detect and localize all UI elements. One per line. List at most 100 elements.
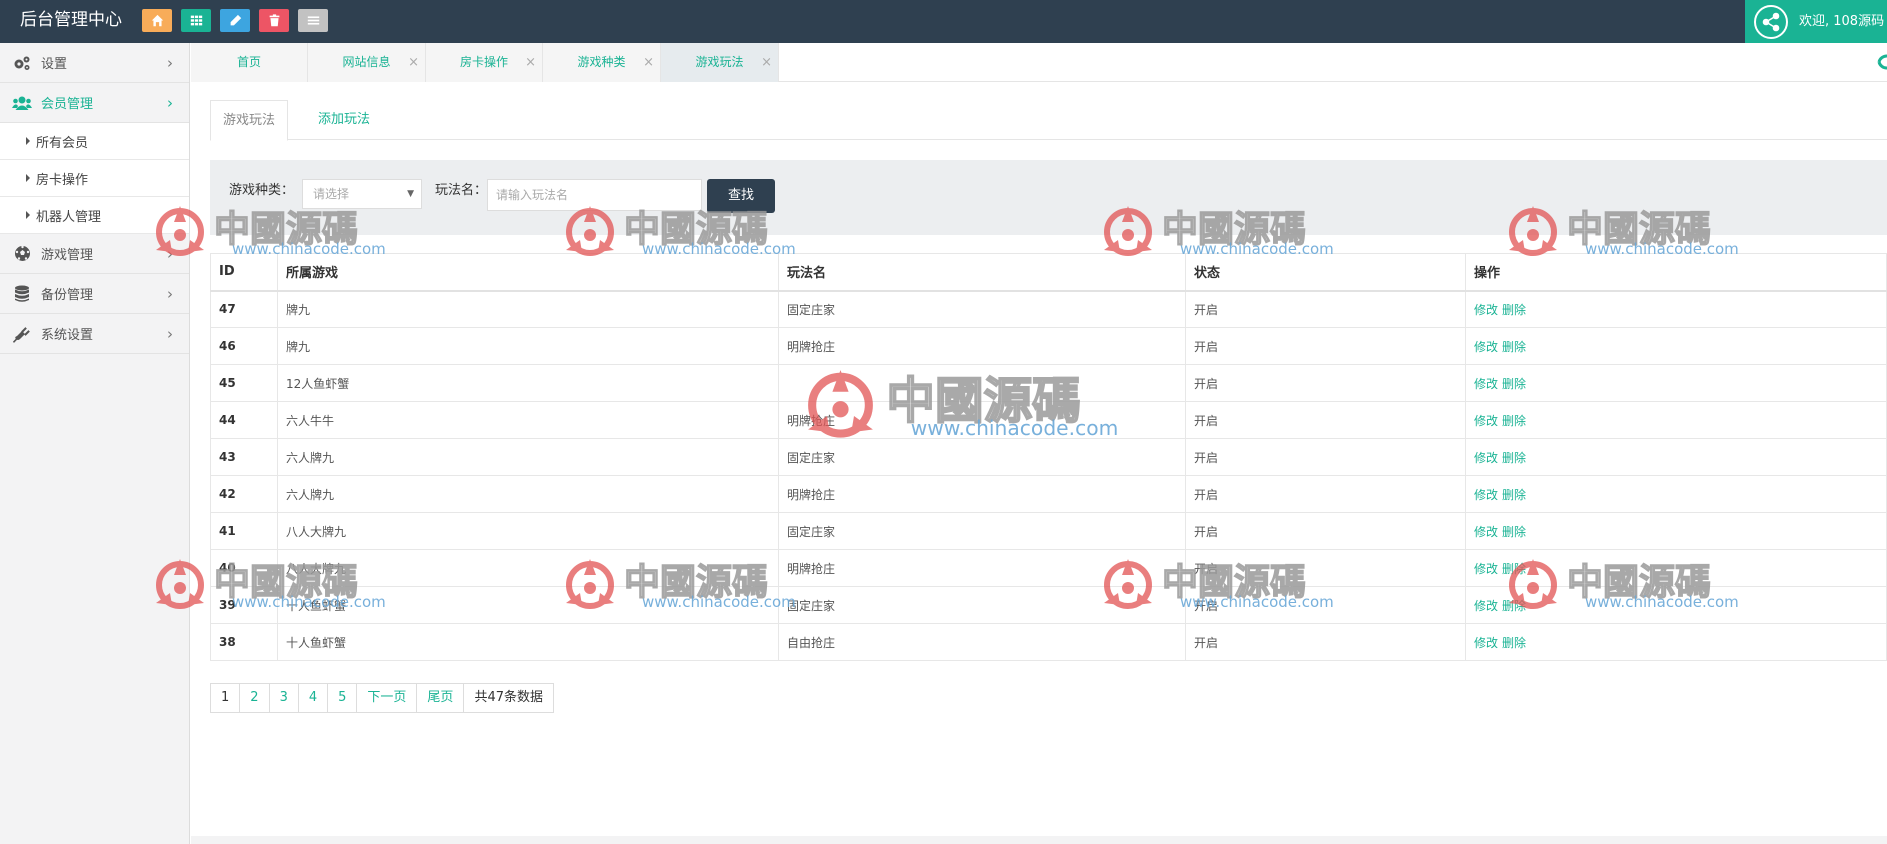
cell-game: 十人鱼虾蟹 bbox=[277, 586, 779, 624]
cell-status: 开启 bbox=[1185, 549, 1466, 587]
delete-link[interactable]: 删除 bbox=[1502, 525, 1526, 539]
refresh-icon[interactable] bbox=[1875, 52, 1887, 76]
close-icon[interactable]: × bbox=[408, 43, 419, 82]
next-page-button[interactable]: 下一页 bbox=[356, 684, 416, 712]
edit-link[interactable]: 修改 bbox=[1474, 303, 1498, 317]
delete-button[interactable] bbox=[259, 9, 289, 32]
cell-actions: 修改 删除 bbox=[1465, 549, 1887, 587]
cell-id: 45 bbox=[210, 364, 278, 402]
main-content: 游戏玩法 添加玩法 游戏种类： 请选择 ▼ 玩法名： 请输入玩法名 查找 ID … bbox=[191, 82, 1887, 844]
cell-play: 自由抢庄 bbox=[778, 623, 1186, 661]
share-icon bbox=[1754, 5, 1788, 39]
table-row: 46 牌九 明牌抢庄 开启 修改 删除 bbox=[210, 327, 1887, 365]
edit-link[interactable]: 修改 bbox=[1474, 451, 1498, 465]
cell-play: 明牌抢庄 bbox=[778, 327, 1186, 365]
cell-play: 明牌抢庄 bbox=[778, 475, 1186, 513]
edit-link[interactable]: 修改 bbox=[1474, 562, 1498, 576]
page-1-button[interactable]: 1 bbox=[211, 684, 239, 712]
cell-game: 八人大牌九 bbox=[277, 512, 779, 550]
edit-link[interactable]: 修改 bbox=[1474, 340, 1498, 354]
sidebar-subitem-room-card[interactable]: 房卡操作 bbox=[0, 160, 189, 197]
sidebar-subitem-all-members[interactable]: 所有会员 bbox=[0, 123, 189, 160]
tab-site-info[interactable]: 网站信息 × bbox=[308, 43, 426, 82]
delete-link[interactable]: 删除 bbox=[1502, 451, 1526, 465]
cell-game: 六人牛牛 bbox=[277, 401, 779, 439]
cell-play bbox=[778, 364, 1186, 402]
table-header-row: ID 所属游戏 玩法名 状态 操作 bbox=[210, 253, 1887, 292]
delete-link[interactable]: 删除 bbox=[1502, 377, 1526, 391]
cell-play: 明牌抢庄 bbox=[778, 549, 1186, 587]
close-icon[interactable]: × bbox=[761, 43, 772, 82]
edit-button[interactable] bbox=[220, 9, 250, 32]
cell-id: 47 bbox=[210, 290, 278, 328]
play-name-label: 玩法名： bbox=[435, 183, 488, 198]
edit-link[interactable]: 修改 bbox=[1474, 377, 1498, 391]
edit-link[interactable]: 修改 bbox=[1474, 488, 1498, 502]
sidebar-item-games[interactable]: 游戏管理 › bbox=[0, 234, 189, 274]
close-icon[interactable]: × bbox=[525, 43, 536, 82]
home-button[interactable] bbox=[142, 9, 172, 32]
column-header-id: ID bbox=[210, 253, 278, 292]
edit-link[interactable]: 修改 bbox=[1474, 414, 1498, 428]
sidebar-item-label: 备份管理 bbox=[41, 288, 94, 303]
welcome-text: 欢迎, 108源码 bbox=[1799, 14, 1885, 29]
play-name-input[interactable]: 请输入玩法名 bbox=[487, 179, 702, 211]
cell-status: 开启 bbox=[1185, 290, 1466, 328]
page-4-button[interactable]: 4 bbox=[297, 684, 327, 712]
subtab-add-play[interactable]: 添加玩法 bbox=[306, 100, 382, 141]
tab-game-types[interactable]: 游戏种类 × bbox=[543, 43, 661, 82]
tab-label: 首页 bbox=[236, 55, 261, 69]
sidebar-item-system-settings[interactable]: 系统设置 › bbox=[0, 314, 189, 354]
subtab-play-list[interactable]: 游戏玩法 bbox=[210, 100, 289, 141]
sidebar-subitem-robots[interactable]: 机器人管理 bbox=[0, 197, 189, 234]
cell-actions: 修改 删除 bbox=[1465, 327, 1887, 365]
delete-link[interactable]: 删除 bbox=[1502, 414, 1526, 428]
cell-id: 44 bbox=[210, 401, 278, 439]
cell-game: 十人鱼虾蟹 bbox=[277, 623, 779, 661]
delete-link[interactable]: 删除 bbox=[1502, 303, 1526, 317]
cell-actions: 修改 删除 bbox=[1465, 364, 1887, 402]
delete-link[interactable]: 删除 bbox=[1502, 562, 1526, 576]
pagination: 1 2 3 4 5 下一页 尾页 共47条数据 bbox=[210, 683, 554, 713]
sidebar-item-members[interactable]: 会员管理 › bbox=[0, 83, 189, 123]
cell-play: 固定庄家 bbox=[778, 512, 1186, 550]
delete-link[interactable]: 删除 bbox=[1502, 340, 1526, 354]
delete-link[interactable]: 删除 bbox=[1502, 599, 1526, 613]
cell-status: 开启 bbox=[1185, 586, 1466, 624]
sidebar-item-settings[interactable]: 设置 › bbox=[0, 43, 189, 83]
search-button[interactable]: 查找 bbox=[707, 179, 775, 213]
chevron-right-icon: › bbox=[167, 285, 173, 303]
column-header-play: 玩法名 bbox=[778, 253, 1186, 292]
edit-link[interactable]: 修改 bbox=[1474, 636, 1498, 650]
cell-play: 固定庄家 bbox=[778, 438, 1186, 476]
edit-link[interactable]: 修改 bbox=[1474, 599, 1498, 613]
tab-game-plays[interactable]: 游戏玩法 × bbox=[661, 43, 779, 82]
page-2-button[interactable]: 2 bbox=[239, 684, 268, 712]
trash-icon bbox=[269, 14, 279, 27]
delete-link[interactable]: 删除 bbox=[1502, 636, 1526, 650]
sidebar-item-label: 游戏管理 bbox=[41, 248, 94, 263]
page-3-button[interactable]: 3 bbox=[268, 684, 298, 712]
cell-actions: 修改 删除 bbox=[1465, 401, 1887, 439]
delete-link[interactable]: 删除 bbox=[1502, 488, 1526, 502]
tab-room-card[interactable]: 房卡操作 × bbox=[426, 43, 543, 82]
table-row: 43 六人牌九 固定庄家 开启 修改 删除 bbox=[210, 438, 1887, 476]
close-icon[interactable]: × bbox=[643, 43, 654, 82]
grid-button[interactable] bbox=[181, 9, 211, 32]
cell-game: 牌九 bbox=[277, 290, 779, 328]
sidebar-item-backup[interactable]: 备份管理 › bbox=[0, 274, 189, 314]
grid-icon bbox=[190, 15, 202, 26]
table-row: 38 十人鱼虾蟹 自由抢庄 开启 修改 删除 bbox=[210, 623, 1887, 661]
users-icon bbox=[12, 93, 32, 113]
tab-home[interactable]: 首页 bbox=[191, 43, 308, 82]
category-select[interactable]: 请选择 ▼ bbox=[302, 179, 422, 209]
cell-status: 开启 bbox=[1185, 327, 1466, 365]
page-5-button[interactable]: 5 bbox=[327, 684, 356, 712]
table-row: 47 牌九 固定庄家 开启 修改 删除 bbox=[210, 290, 1887, 328]
table-row: 40 八人大牌九 明牌抢庄 开启 修改 删除 bbox=[210, 549, 1887, 587]
cell-id: 39 bbox=[210, 586, 278, 624]
user-welcome[interactable]: 欢迎, 108源码 bbox=[1745, 0, 1887, 43]
list-button[interactable] bbox=[298, 9, 328, 32]
last-page-button[interactable]: 尾页 bbox=[416, 684, 463, 712]
edit-link[interactable]: 修改 bbox=[1474, 525, 1498, 539]
